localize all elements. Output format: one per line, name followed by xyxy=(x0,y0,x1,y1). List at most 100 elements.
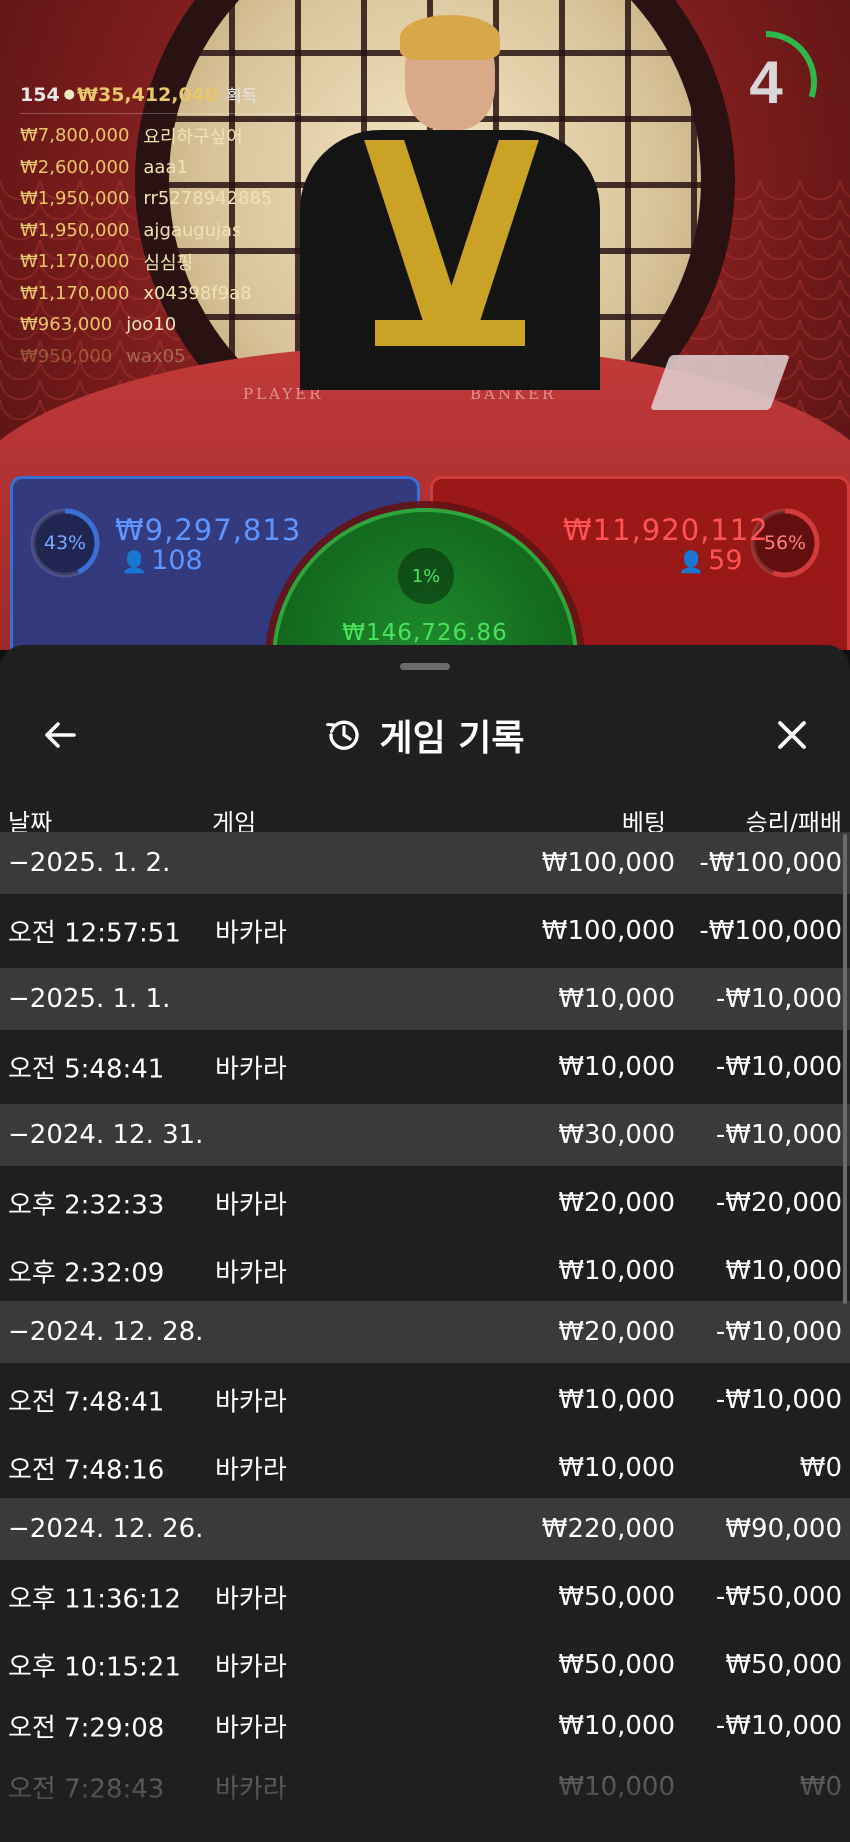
game-name: 바카라 xyxy=(215,1387,287,1418)
game-name: 바카라 xyxy=(215,1455,287,1485)
game-name: 바카라 xyxy=(215,1258,287,1288)
game-time: 오후 2:32:33 xyxy=(8,1190,165,1221)
dealer xyxy=(300,10,600,390)
winner-username: ajgaugujas xyxy=(143,219,242,241)
game-time: 오후 11:36:12 xyxy=(8,1584,181,1615)
sheet-title: 게임 기록 xyxy=(379,718,525,759)
close-button[interactable] xyxy=(762,705,822,765)
game-bet: ₩10,000 xyxy=(558,1052,675,1082)
game-result: -₩10,000 xyxy=(715,1052,842,1082)
game-name: 바카라 xyxy=(215,1054,287,1085)
history-date-row[interactable]: −2024. 12. 28. ₩20,000 -₩10,000 xyxy=(0,1301,850,1363)
winner-username: rr5278942885 xyxy=(143,188,273,210)
game-bet: ₩10,000 xyxy=(558,1255,675,1286)
date-label: −2024. 12. 31. xyxy=(8,1120,204,1150)
game-time: 오전 5:48:41 xyxy=(8,1054,165,1085)
history-game-row[interactable]: 오후 2:32:09 바카라 ₩10,000 ₩10,000 xyxy=(0,1240,850,1301)
card-shoe xyxy=(649,355,791,410)
history-table: −2025. 1. 2. ₩100,000 -₩100,000 오전 12:57:51… xyxy=(0,832,850,1817)
game-time: 오전 7:48:16 xyxy=(8,1455,165,1485)
game-bet: ₩100,000 xyxy=(541,916,675,946)
tie-percent: 1% xyxy=(398,548,454,604)
winner-username: 요리하구싶어 xyxy=(143,126,243,148)
game-name: 바카라 xyxy=(215,1190,287,1221)
game-result: -₩10,000 xyxy=(715,1710,842,1741)
winners-summary: 154 ● ₩35,412,040 획득 xyxy=(20,82,320,114)
winner-row: ₩1,170,000 x04398f9a8 xyxy=(20,278,320,310)
game-time: 오전 7:29:08 xyxy=(8,1713,165,1743)
game-result: -₩20,000 xyxy=(715,1188,842,1218)
date-total-bet: ₩20,000 xyxy=(558,1317,675,1347)
history-game-row[interactable]: 오전 7:48:16 바카라 ₩10,000 ₩0 xyxy=(0,1437,850,1498)
history-game-row[interactable]: 오후 10:15:21 바카라 ₩50,000 ₩50,000 xyxy=(0,1634,850,1695)
game-result: ₩0 xyxy=(799,1452,842,1483)
winner-amount: ₩1,170,000 xyxy=(20,282,130,304)
scrollbar[interactable] xyxy=(843,834,847,1304)
history-game-row[interactable]: 오전 7:48:41 바카라 ₩10,000 -₩10,000 xyxy=(0,1363,850,1437)
history-game-row[interactable]: 오후 2:32:33 바카라 ₩20,000 -₩20,000 xyxy=(0,1166,850,1240)
sheet-drag-handle[interactable] xyxy=(400,663,450,670)
game-result: -₩10,000 xyxy=(715,1385,842,1415)
back-button[interactable] xyxy=(30,705,90,765)
game-result: -₩50,000 xyxy=(715,1582,842,1612)
winner-row: ₩1,170,000 심심핑 xyxy=(20,246,320,278)
player-bettor-count: 108 xyxy=(151,545,203,576)
winner-amount: ₩7,800,000 xyxy=(20,125,130,147)
history-game-row[interactable]: 오전 5:48:41 바카라 ₩10,000 -₩10,000 xyxy=(0,1030,850,1104)
game-result: ₩50,000 xyxy=(725,1649,842,1680)
history-date-row[interactable]: −2024. 12. 26. ₩220,000 ₩90,000 xyxy=(0,1498,850,1560)
date-total-result: -₩10,000 xyxy=(715,984,842,1014)
user-icon: 👤 xyxy=(678,550,705,574)
game-bet: ₩10,000 xyxy=(558,1710,675,1741)
date-total-result: -₩10,000 xyxy=(715,1317,842,1347)
tie-total-bet: ₩146,726.86 xyxy=(342,620,508,646)
winner-username: joo10 xyxy=(126,314,177,336)
history-clock-icon xyxy=(326,720,360,750)
game-bet: ₩10,000 xyxy=(558,1452,675,1483)
winner-amount: ₩1,950,000 xyxy=(20,219,130,241)
history-date-row[interactable]: −2025. 1. 2. ₩100,000 -₩100,000 xyxy=(0,832,850,894)
game-time: 오후 2:32:09 xyxy=(8,1258,165,1288)
history-game-row[interactable]: 오전 12:57:51 바카라 ₩100,000 -₩100,000 xyxy=(0,894,850,968)
winner-row: ₩7,800,000 요리하구싶어 xyxy=(20,120,320,152)
banker-bettor-count: 59 xyxy=(708,545,743,576)
winner-amount: ₩1,170,000 xyxy=(20,251,130,273)
winner-row: ₩2,600,000 aaa1 xyxy=(20,152,320,184)
game-time: 오후 10:15:21 xyxy=(8,1652,181,1682)
date-total-bet: ₩220,000 xyxy=(541,1514,675,1544)
banker-bettors: 👤 59 xyxy=(678,545,743,576)
game-name: 바카라 xyxy=(215,1652,287,1682)
history-date-row[interactable]: −2024. 12. 31. ₩30,000 -₩10,000 xyxy=(0,1104,850,1166)
player-bettors: 👤 108 xyxy=(121,545,203,576)
player-percent-ring: 43% xyxy=(27,505,103,581)
date-label: −2025. 1. 2. xyxy=(8,848,171,878)
history-game-row[interactable]: 오전 7:29:08 바카라 ₩10,000 -₩10,000 xyxy=(0,1695,850,1756)
game-bet: ₩50,000 xyxy=(558,1582,675,1612)
user-icon: 👤 xyxy=(121,550,148,574)
date-total-result: ₩90,000 xyxy=(725,1514,842,1544)
winners-total: ₩35,412,040 xyxy=(77,83,219,106)
winner-amount: ₩950,000 xyxy=(20,345,113,367)
user-icon: ● xyxy=(63,87,76,102)
winner-username: 심심핑 xyxy=(143,252,194,274)
winners-count: 154 xyxy=(20,83,60,106)
game-bet: ₩50,000 xyxy=(558,1649,675,1680)
date-label: −2024. 12. 26. xyxy=(8,1514,204,1544)
player-percent: 43% xyxy=(43,532,87,554)
game-history-sheet: 게임 기록 날짜 게임 베팅 승리/패배 −2025. 1. 2. ₩100,00… xyxy=(0,645,850,1842)
banker-total-bet: ₩11,920,112 xyxy=(563,513,769,547)
player-total-bet: ₩9,297,813 xyxy=(115,513,302,547)
game-time: 오전 7:48:41 xyxy=(8,1387,165,1418)
history-game-row[interactable]: 오후 11:36:12 바카라 ₩50,000 -₩50,000 xyxy=(0,1560,850,1634)
close-icon xyxy=(778,721,806,749)
game-result: ₩10,000 xyxy=(725,1255,842,1286)
winner-username: aaa1 xyxy=(143,156,188,178)
date-label: −2025. 1. 1. xyxy=(8,984,171,1014)
history-date-row[interactable]: −2025. 1. 1. ₩10,000 -₩10,000 xyxy=(0,968,850,1030)
live-video-area: PLAYER BANKER 154 ● ₩35,412,040 획득 ₩7,80… xyxy=(0,0,850,650)
sheet-title-group: 게임 기록 xyxy=(0,685,850,785)
game-name: 바카라 xyxy=(215,918,287,949)
sheet-header: 게임 기록 xyxy=(0,685,850,785)
winner-username: wax05 xyxy=(126,345,186,367)
back-arrow-icon xyxy=(45,722,76,748)
